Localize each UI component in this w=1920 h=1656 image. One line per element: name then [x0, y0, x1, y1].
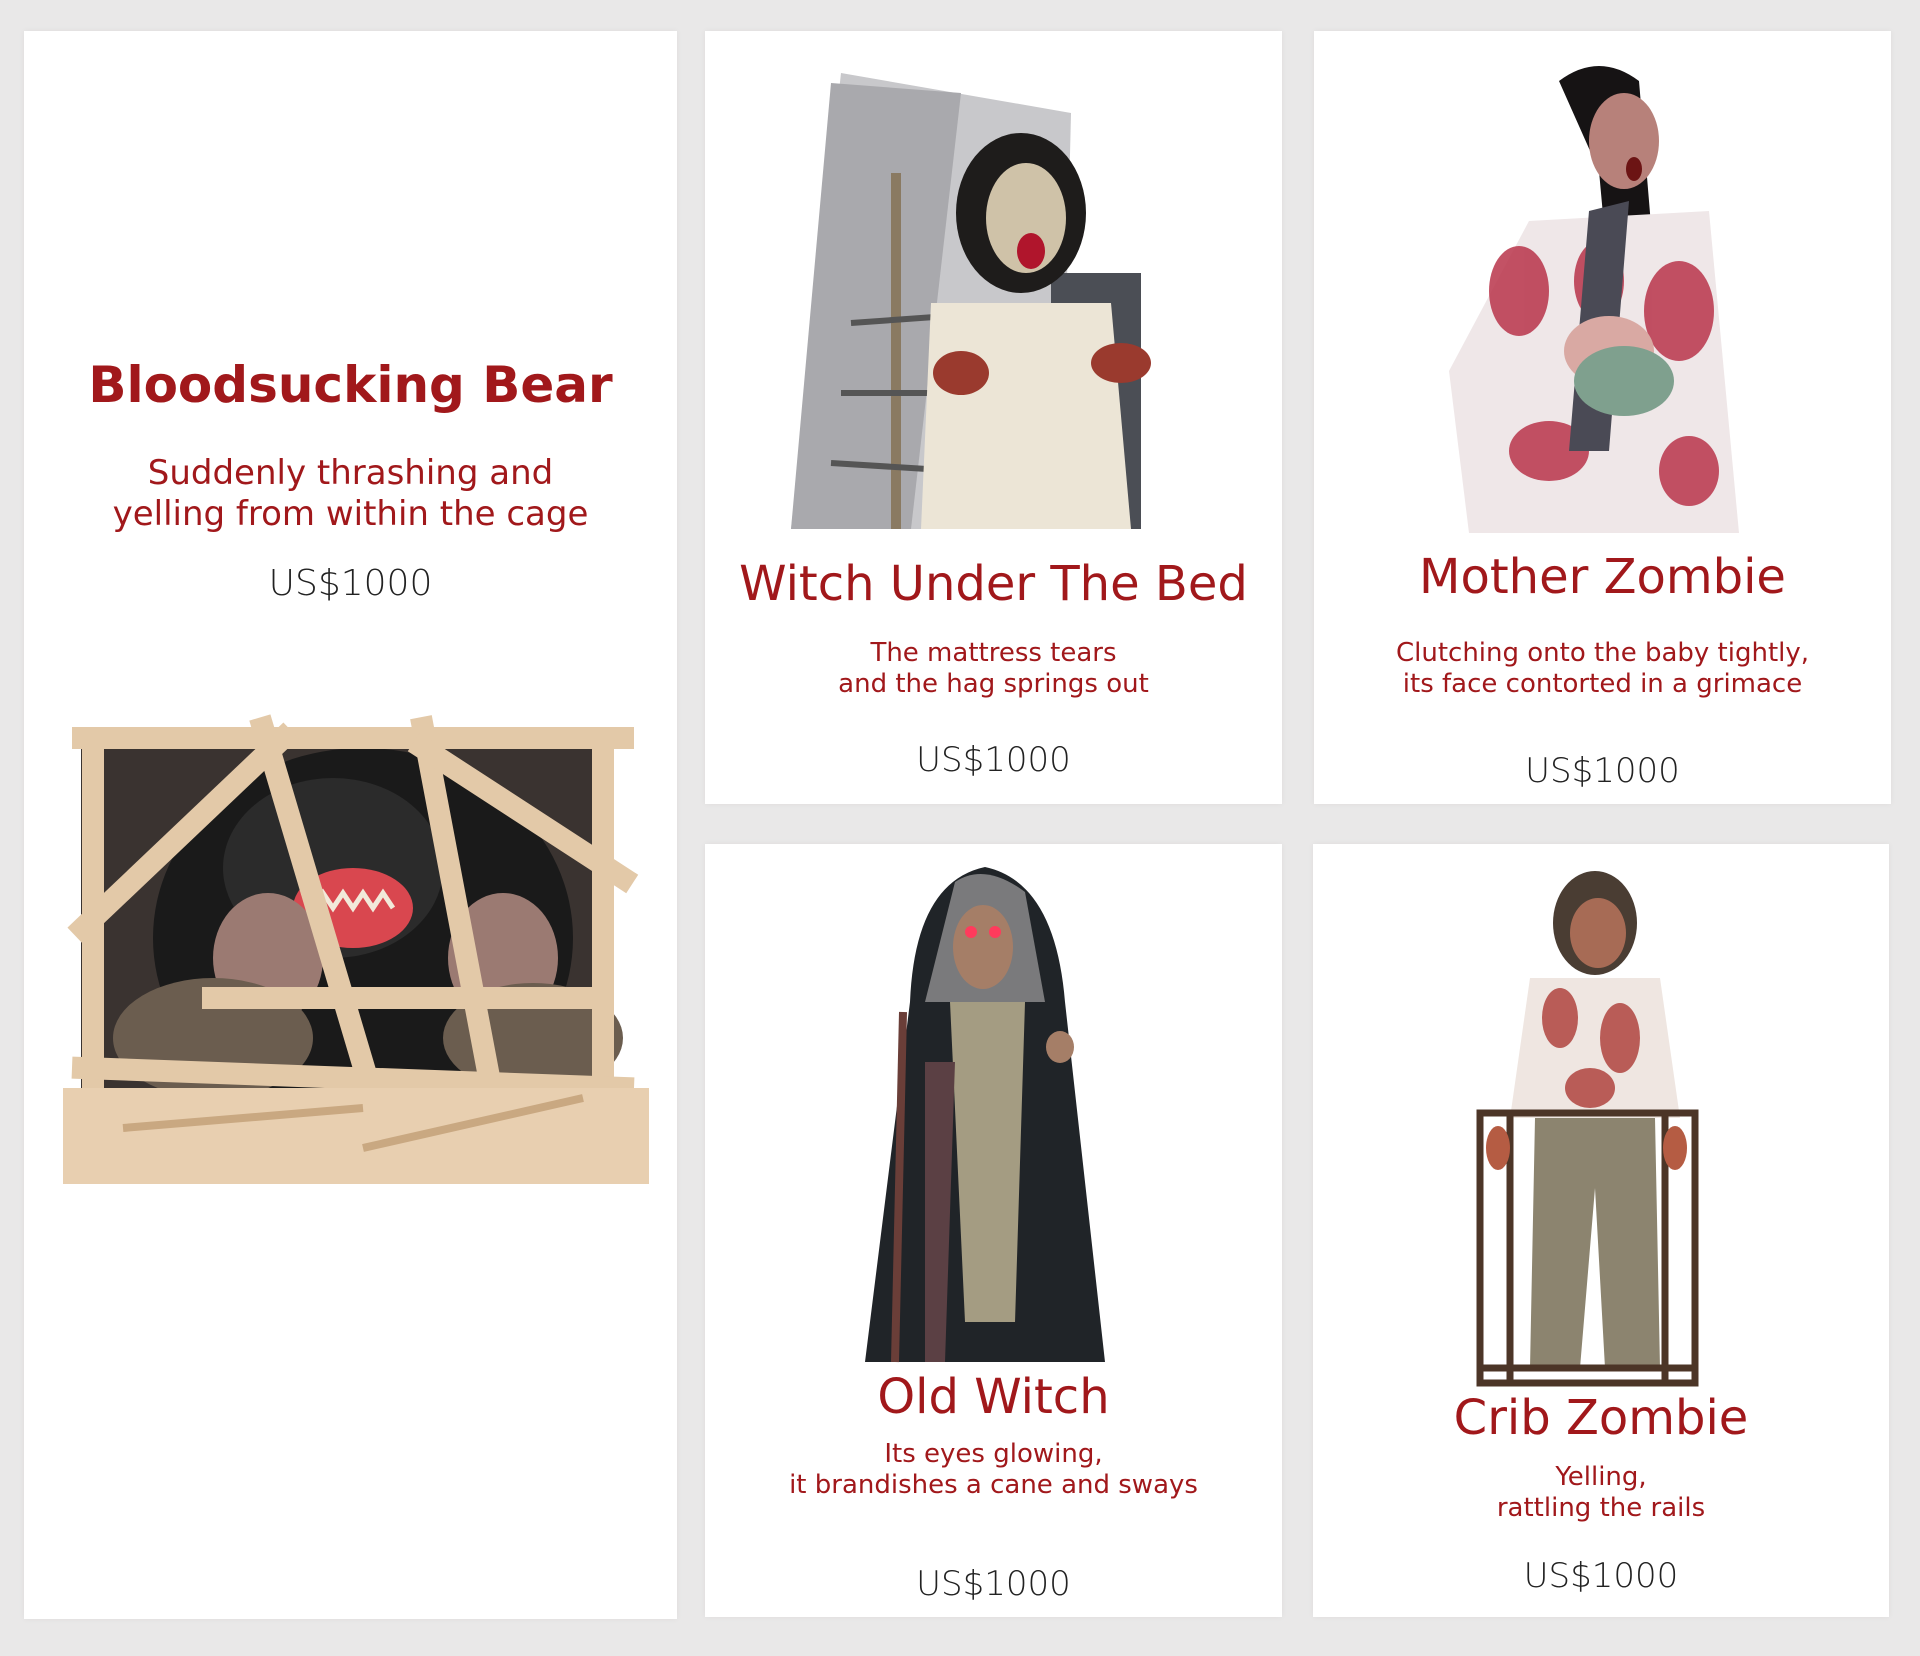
product-title: Crib Zombie [1453, 1390, 1749, 1446]
product-title: Old Witch [877, 1369, 1110, 1425]
product-description-line: rattling the rails [1496, 1493, 1706, 1524]
product-description-line: and the hag springs out [838, 669, 1149, 700]
product-card-crib-zombie[interactable]: Crib Zombie Yelling, rattling the rails … [1313, 844, 1889, 1617]
product-price: US$1000 [1523, 1556, 1679, 1596]
product-card-old-witch[interactable]: Old Witch Its eyes glowing, it brandishe… [705, 844, 1282, 1617]
old-witch-photo[interactable] [865, 862, 1105, 1372]
product-description-line: The mattress tears [870, 638, 1117, 668]
product-card-bloodsucking-bear[interactable]: Bloodsucking Bear Suddenly thrashing and… [24, 31, 677, 1619]
product-price: US$1000 [916, 740, 1071, 780]
product-description: The mattress tears and the hag springs o… [705, 638, 1282, 700]
product-description-line: Yelling, [1555, 1462, 1647, 1492]
product-description: Yelling, rattling the rails [1313, 1462, 1889, 1524]
product-description: Clutching onto the baby tightly, its fac… [1314, 638, 1891, 700]
product-description-line: yelling from within the cage [112, 493, 589, 534]
product-price: US$1000 [268, 563, 433, 604]
bear-in-cage-photo[interactable] [63, 708, 649, 1184]
product-description-line: its face contorted in a grimace [1402, 669, 1803, 700]
product-price: US$1000 [916, 1564, 1071, 1604]
product-title: Bloodsucking Bear [88, 356, 613, 414]
crib-zombie-photo[interactable] [1470, 868, 1708, 1398]
product-description-line: Clutching onto the baby tightly, [1395, 638, 1810, 668]
product-price: US$1000 [1525, 751, 1680, 791]
product-card-witch-under-the-bed[interactable]: Witch Under The Bed The mattress tears a… [705, 31, 1282, 804]
product-title: Witch Under The Bed [739, 556, 1248, 612]
product-description-line: Its eyes glowing, [884, 1439, 1103, 1469]
product-title: Mother Zombie [1419, 549, 1786, 605]
product-description-line: Suddenly thrashing and [147, 453, 554, 493]
product-description-line: it brandishes a cane and sways [789, 1470, 1198, 1501]
product-description: Its eyes glowing, it brandishes a cane a… [705, 1439, 1282, 1501]
mother-zombie-photo[interactable] [1449, 51, 1759, 533]
product-description: Suddenly thrashing and yelling from with… [24, 453, 677, 535]
witch-bed-photo[interactable] [791, 73, 1221, 529]
product-card-mother-zombie[interactable]: Mother Zombie Clutching onto the baby ti… [1314, 31, 1891, 804]
